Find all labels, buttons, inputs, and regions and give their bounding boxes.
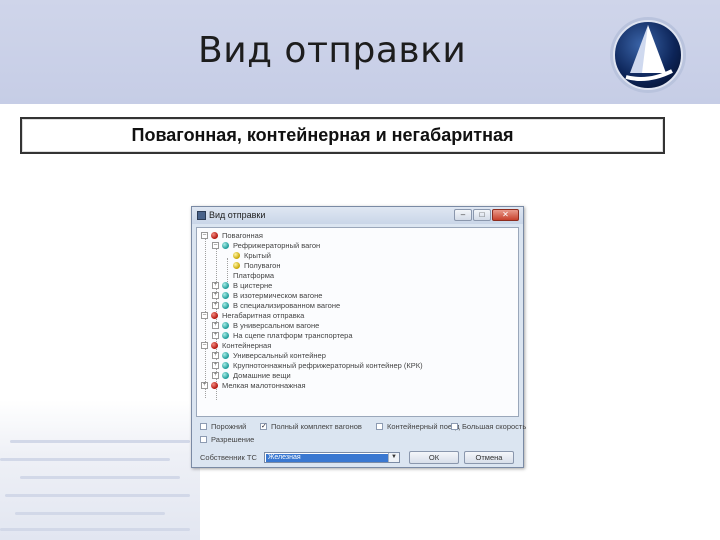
checkbox[interactable] [451,423,458,430]
dispatch-tree[interactable]: – Повагонная – Рефрижераторный вагон Кры… [196,227,519,417]
yellow-bullet-icon [233,262,240,269]
tree-node-label: В универсальном вагоне [233,321,320,330]
checkbox-label: Большая скорость [462,422,527,431]
tree-node-label: Повагонная [222,231,263,240]
expand-icon[interactable]: + [212,332,219,339]
header-divider [0,104,720,108]
maximize-button[interactable]: □ [473,209,491,221]
tree-node-label: В изотермическом вагоне [233,291,323,300]
tree-node-label: Рефрижераторный вагон [233,241,321,250]
window-title: Вид отправки [209,210,266,220]
checkbox-checked[interactable]: ✓ [260,423,267,430]
expand-icon[interactable]: + [212,352,219,359]
sail-logo-icon [610,17,686,93]
expand-icon[interactable]: + [212,282,219,289]
ok-button[interactable]: ОК [409,451,459,464]
teal-bullet-icon [222,242,229,249]
checkbox[interactable] [376,423,383,430]
teal-bullet-icon [222,352,229,359]
expand-icon[interactable]: + [212,292,219,299]
cancel-button[interactable]: Отмена [464,451,514,464]
tree-node-label: Контейнерная [222,341,272,350]
subtitle-box: Повагонная, контейнерная и негабаритная [20,117,665,154]
red-bullet-icon [211,382,218,389]
collapse-icon[interactable]: – [212,242,219,249]
tree-node-label: Негабаритная отправка [222,311,305,320]
checkbox[interactable] [200,436,207,443]
owner-label: Собственник ТС [200,453,257,462]
teal-bullet-icon [222,362,229,369]
expand-icon[interactable]: + [212,302,219,309]
checkbox-label: Разрешение [211,435,255,444]
tree-node-label: В специализированном вагоне [233,301,341,310]
checkbox-label: Полный комплект вагонов [271,422,362,431]
expand-icon[interactable]: + [212,372,219,379]
yellow-bullet-icon [233,252,240,259]
red-bullet-icon [211,342,218,349]
expand-icon[interactable]: + [201,382,208,389]
slide-title: Вид отправки [198,30,467,71]
checkbox-label: Порожний [211,422,247,431]
checkbox-label: Контейнерный поезд [387,422,460,431]
tree-node-label: В цистерне [233,281,273,290]
tree-node-label: Мелкая малотоннажная [222,381,306,390]
tree-node-label: Крытый [244,251,271,260]
teal-bullet-icon [222,282,229,289]
collapse-icon[interactable]: – [201,342,208,349]
chevron-down-icon[interactable]: ▼ [388,453,399,462]
collapse-icon[interactable]: – [201,232,208,239]
red-bullet-icon [211,232,218,239]
tree-node-label: Платформа [233,271,275,280]
red-bullet-icon [211,312,218,319]
teal-bullet-icon [222,292,229,299]
background-decoration [0,400,200,540]
owner-select[interactable]: Железная ▼ [264,452,400,463]
owner-select-value: Железная [266,454,388,462]
close-button[interactable]: ✕ [492,209,519,221]
tree-node-label: Полувагон [244,261,281,270]
teal-bullet-icon [222,372,229,379]
app-icon [197,211,206,220]
tree-node-label: Крупнотоннажный рефрижераторный контейне… [233,361,423,370]
teal-bullet-icon [222,302,229,309]
minimize-button[interactable]: – [454,209,472,221]
checkbox[interactable] [200,423,207,430]
collapse-icon[interactable]: – [201,312,208,319]
expand-icon[interactable]: + [212,322,219,329]
dispatch-type-dialog: Вид отправки – □ ✕ – Повагонная – Рефриж… [191,206,526,468]
teal-bullet-icon [222,332,229,339]
tree-node-label: Универсальный контейнер [233,351,326,360]
title-bar[interactable]: Вид отправки – □ ✕ [192,207,523,224]
teal-bullet-icon [222,322,229,329]
subtitle-text: Повагонная, контейнерная и негабаритная [131,125,514,145]
tree-node-label: Домашние вещи [233,371,291,380]
options-panel: Порожний ✓ Полный комплект вагонов Конте… [196,418,526,464]
tree-node-label: На сцепе платформ транспортера [233,331,353,340]
expand-icon[interactable]: + [212,362,219,369]
